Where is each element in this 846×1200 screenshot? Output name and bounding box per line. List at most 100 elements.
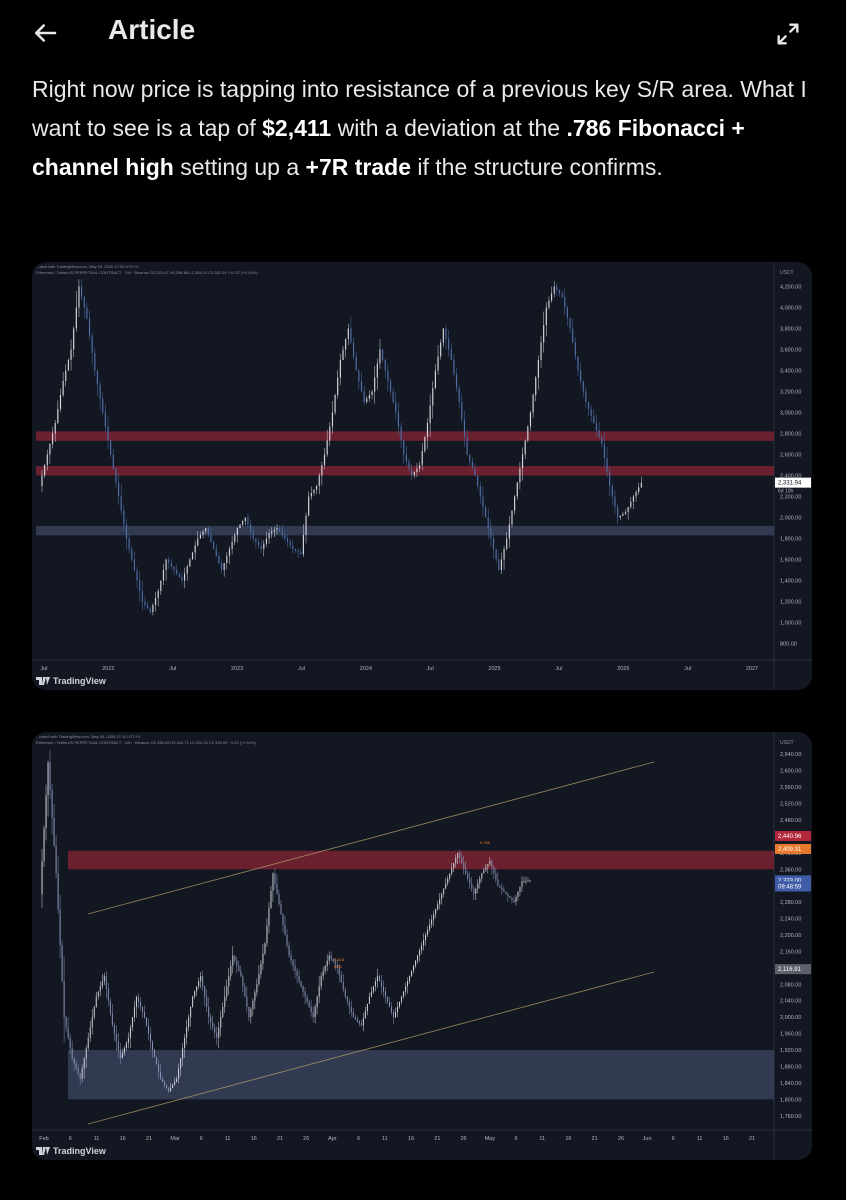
candle-body [49,444,51,455]
candle-body [479,878,481,884]
candle-body [515,896,517,903]
candle-body [133,1006,135,1018]
candle-body [411,970,413,977]
candle-body [368,996,370,1004]
candle-body [205,528,207,532]
candle-body [239,524,241,528]
candle-body [425,935,427,941]
candle-body [399,1001,401,1007]
candle-body [170,563,172,567]
candle-body [497,879,499,886]
candle-body [162,570,165,581]
last-price-label: 2,331.94 [778,481,802,487]
candle-body [362,1018,364,1026]
candle-body [429,405,431,423]
candle-body [384,991,386,997]
candle-body [256,984,258,993]
candle-body [264,943,266,954]
candle-body [120,496,122,511]
expand-button[interactable] [774,20,802,48]
candle-body [306,996,308,1002]
candle-body [202,531,204,535]
candle-body [131,1017,133,1028]
x-tick-label: 16 [565,1136,571,1142]
candle-body [382,986,384,992]
candle-body [487,864,489,868]
candle-body [218,556,220,563]
candle-body [630,501,632,507]
candle-body [302,535,304,555]
candle-body [491,861,493,868]
candle-body [485,867,487,871]
candle-body [392,1012,394,1018]
candle-body [606,458,608,472]
candle-body [527,880,529,882]
candle-body [320,976,322,987]
candle-body [297,550,299,553]
candle-body [234,535,236,542]
candle-body [553,286,555,294]
x-tick-label: 26 [460,1136,466,1142]
candle-body [107,426,109,441]
candle-body [216,1032,218,1038]
candle-body [312,1012,314,1018]
page-title: Article [108,14,196,45]
candle-body [358,370,360,381]
candle-body [157,591,159,598]
candle-body [123,1047,125,1054]
candle-body [214,1027,216,1033]
candle-body [252,531,254,539]
candle-body [280,904,282,915]
candle-body [247,517,249,525]
chart-image-12h[interactable]: ...cated with TradingView.com, May 04, 2… [32,732,812,1160]
candle-body [296,970,298,977]
candle-body [348,1001,350,1007]
candle-body [463,419,466,437]
candle-body [103,976,105,982]
candle-body [627,507,629,513]
candle-body [532,395,534,413]
candle-body [117,1041,119,1051]
candle-body [270,890,272,909]
x-tick-label: Jul [40,666,47,672]
candle-body [111,1013,113,1026]
candle-body [186,566,188,574]
candle-body [220,563,223,570]
candle-body [370,991,372,997]
article-text-part: if the structure confirms. [411,154,663,180]
candle-body [281,531,283,535]
candle-body [218,1027,220,1038]
y-tick-label: 1,800.00 [780,1097,801,1103]
candle-body [194,545,196,553]
candle-body [609,472,611,486]
candle-body [276,528,278,530]
candle-body [350,1006,352,1013]
chart-image-weekly[interactable]: ...ated with TradingView.com, May 04, 20… [32,262,812,690]
candle-body [59,395,62,409]
candle-body [184,1037,186,1048]
article-body: Right now price is tapping into resistan… [32,70,822,187]
candle-body [212,1022,214,1028]
candle-body [441,893,443,900]
candle-body [384,360,386,371]
y-tick-label: 3,200.00 [780,390,801,396]
candle-body [44,465,46,476]
candle-body [524,440,526,455]
candle-body [176,1078,178,1082]
candle-body [461,857,463,864]
tradingview-logo: TradingView [36,1146,106,1156]
candle-body [330,955,332,959]
candle-body [125,1042,127,1048]
back-button[interactable] [30,18,60,48]
candle-body [527,426,529,441]
candle-body [346,996,348,1002]
candle-body [67,360,69,371]
candle-body [457,852,459,858]
candle-body [403,440,405,455]
candle-body [128,538,130,549]
candle-body [180,1058,182,1069]
candle-body [417,955,419,961]
candle-body [368,395,370,399]
candle-body [164,1081,166,1085]
currency-label: USDT [780,270,794,276]
